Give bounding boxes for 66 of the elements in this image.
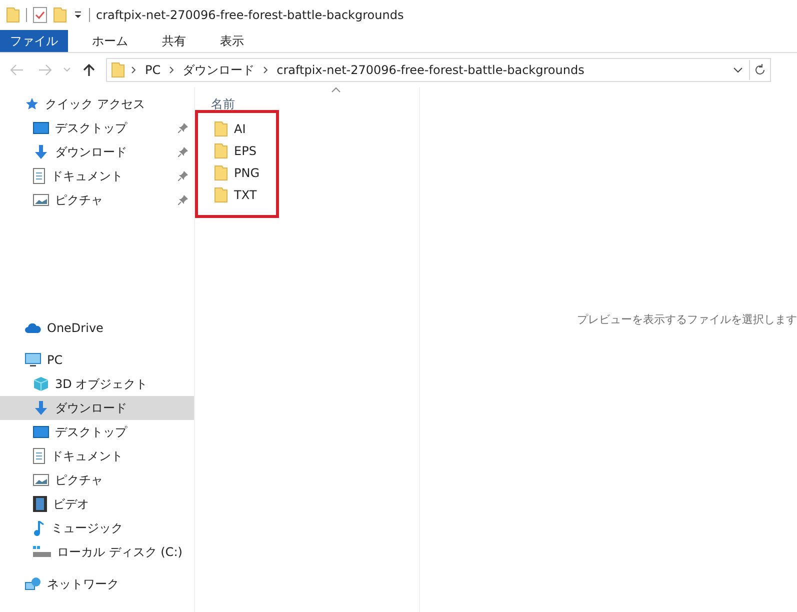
sidebar-item[interactable]: ネットワーク (0, 572, 194, 596)
pin-icon (178, 123, 188, 133)
dropdown-icon[interactable] (73, 10, 83, 20)
ribbon-tab[interactable]: ファイル (0, 30, 68, 52)
folder-item[interactable]: TXT (198, 184, 276, 206)
sidebar-item[interactable]: ドキュメント (0, 164, 194, 188)
cube-icon (33, 376, 49, 392)
up-arrow-icon[interactable] (83, 63, 95, 77)
star-icon (25, 97, 39, 111)
folder-item[interactable]: EPS (198, 140, 276, 162)
sidebar-item[interactable]: ダウンロード (0, 396, 194, 420)
breadcrumb[interactable]: PC (143, 63, 163, 77)
folder-icon (6, 7, 20, 23)
ribbon-tab[interactable]: 表示 (210, 30, 254, 52)
sidebar-item[interactable]: ピクチャ (0, 468, 194, 492)
monitor-icon (25, 353, 41, 367)
sidebar-item[interactable]: クイック アクセス (0, 92, 194, 116)
document-icon (33, 168, 45, 184)
down-arrow-icon (33, 400, 49, 416)
film-icon (33, 496, 47, 512)
address-bar[interactable]: PC ダウンロード craftpix-net-270096-free-forest-battle-backgrounds (106, 58, 771, 82)
cloud-icon (25, 323, 41, 333)
drive-icon (33, 546, 51, 558)
sidebar-item[interactable]: デスクトップ (0, 420, 194, 444)
chevron-right-icon (262, 66, 269, 74)
sidebar-item[interactable]: ミュージック (0, 516, 194, 540)
ribbon-tab[interactable]: 共有 (152, 30, 196, 52)
picture-icon (33, 194, 49, 206)
pin-icon (178, 147, 188, 157)
sidebar-item[interactable]: ビデオ (0, 492, 194, 516)
desktop-icon (33, 426, 49, 438)
chevron-right-icon (168, 66, 175, 74)
sort-caret-icon (331, 87, 341, 93)
folder-icon (111, 62, 125, 78)
folder-icon (214, 121, 228, 137)
name-column-header[interactable]: 名前 (211, 87, 391, 114)
sidebar-item[interactable]: ローカル ディスク (C:) (0, 540, 194, 564)
music-note-icon (33, 520, 45, 536)
folder-icon (214, 165, 228, 181)
down-arrow-icon (33, 144, 49, 160)
pin-icon (178, 171, 188, 181)
checklist-icon[interactable] (33, 7, 47, 23)
chevron-right-icon (131, 66, 137, 74)
breadcrumb[interactable]: craftpix-net-270096-free-forest-battle-backgrounds (274, 63, 586, 77)
preview-message: プレビューを表示するファイルを選択します (577, 312, 797, 327)
desktop-icon (33, 122, 49, 134)
folder-icon (214, 143, 228, 159)
folder-item[interactable]: PNG (198, 162, 276, 184)
sidebar-item[interactable]: デスクトップ (0, 116, 194, 140)
sidebar-item[interactable]: ピクチャ (0, 188, 194, 212)
globe-monitor-icon (25, 577, 41, 591)
sidebar-item[interactable]: ダウンロード (0, 140, 194, 164)
folder-icon (53, 7, 67, 23)
breadcrumb[interactable]: ダウンロード (180, 62, 257, 78)
pin-icon (178, 195, 188, 205)
chevron-down-icon[interactable] (733, 66, 743, 74)
ribbon-tab[interactable]: ホーム (82, 30, 138, 52)
document-icon (33, 448, 45, 464)
sidebar-item[interactable]: 3D オブジェクト (0, 372, 194, 396)
picture-icon (33, 474, 49, 486)
folder-item[interactable]: AI (198, 118, 276, 140)
window-title: craftpix-net-270096-free-forest-battle-backgrounds (96, 8, 404, 22)
folder-icon (214, 187, 228, 203)
sidebar-item[interactable]: ドキュメント (0, 444, 194, 468)
sidebar-item[interactable]: PC (0, 348, 194, 372)
sidebar-item[interactable]: OneDrive (0, 316, 194, 340)
